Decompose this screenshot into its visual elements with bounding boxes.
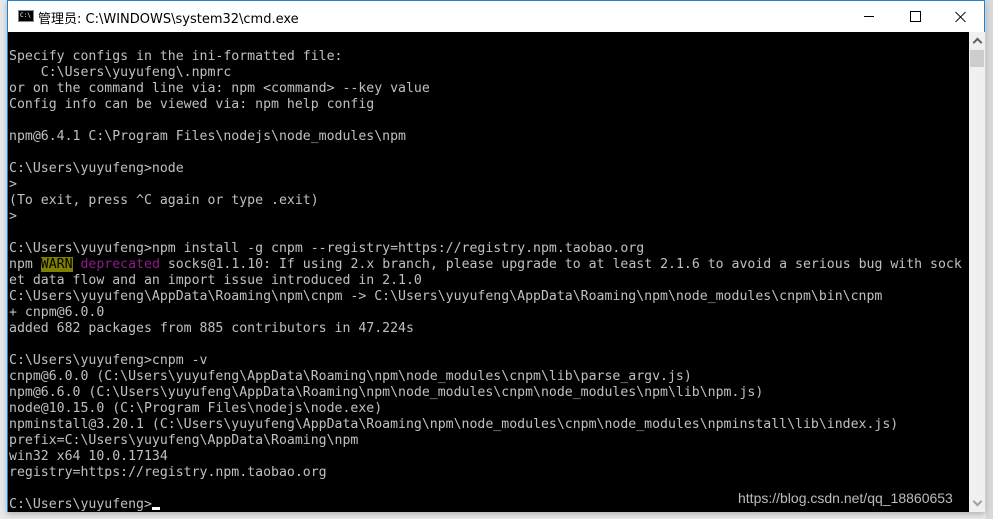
console-lines: Specify configs in the ini-formatted fil… [9, 33, 962, 512]
console-line: npm@6.6.0 (C:\Users\yuyufeng\AppData\Roa… [9, 385, 764, 400]
chevron-down-icon [972, 496, 982, 507]
scroll-up-button[interactable] [969, 32, 985, 49]
console-line: > [9, 177, 17, 192]
console-line: npm@6.4.1 C:\Program Files\nodejs\node_m… [9, 129, 406, 144]
console-line: or on the command line via: npm <command… [9, 81, 430, 96]
console-line: prefix=C:\Users\yuyufeng\AppData\Roaming… [9, 433, 359, 448]
console-line: npminstall@3.20.1 (C:\Users\yuyufeng\App… [9, 417, 899, 432]
scroll-thumb[interactable] [970, 50, 984, 67]
close-button[interactable] [938, 1, 984, 32]
close-icon [955, 11, 967, 23]
console-line: C:\Users\yuyufeng>node [9, 161, 184, 176]
prompt: C:\Users\yuyufeng> [9, 497, 152, 512]
console-output[interactable]: Specify configs in the ini-formatted fil… [8, 32, 969, 512]
console-line: C:\Users\yuyufeng>npm install -g cnpm --… [9, 241, 645, 256]
console-line: + cnpm@6.0.0 [9, 305, 105, 320]
console-line: C:\Users\yuyufeng>cnpm -v [9, 353, 208, 368]
text-cursor [151, 507, 160, 510]
console-line: Config info can be viewed via: npm help … [9, 97, 375, 112]
warn-badge: WARN [40, 257, 73, 272]
chevron-up-icon [972, 37, 982, 48]
console-line: et data flow and an import issue introdu… [9, 273, 422, 288]
console-line: > [9, 209, 17, 224]
maximize-button[interactable] [892, 1, 938, 32]
console-line: (To exit, press ^C again or type .exit) [9, 193, 319, 208]
title-bar[interactable]: C:\ 管理员: C:\WINDOWS\system32\cmd.exe [8, 1, 984, 32]
console-line: C:\Users\yuyufeng\.npmrc [9, 65, 232, 80]
console-line: added 682 packages from 885 contributors… [9, 321, 414, 336]
window-title: 管理员: C:\WINDOWS\system32\cmd.exe [38, 12, 299, 27]
watermark: https://blog.csdn.net/qq_18860653 [738, 490, 953, 506]
console-line: cnpm@6.0.0 (C:\Users\yuyufeng\AppData\Ro… [9, 369, 692, 384]
vertical-scrollbar[interactable] [969, 32, 985, 512]
cmd-icon[interactable]: C:\ [18, 10, 34, 22]
cmd-window: C:\ 管理员: C:\WINDOWS\system32\cmd.exe Spe… [7, 0, 985, 512]
desktop-background [986, 0, 993, 519]
console-line: node@10.15.0 (C:\Program Files\nodejs\no… [9, 401, 383, 416]
deprecated-tag: deprecated [80, 257, 160, 272]
scroll-down-button[interactable] [969, 495, 985, 512]
warn-prefix: npm [9, 257, 41, 272]
maximize-icon [909, 11, 921, 22]
console-line: Specify configs in the ini-formatted fil… [9, 49, 343, 64]
deprecated-tag: deprecated [73, 257, 160, 272]
console-line: C:\Users\yuyufeng\AppData\Roaming\npm\cn… [9, 289, 883, 304]
console-line: npm WARN deprecated socks@1.1.10: If usi… [9, 257, 962, 273]
console-line: registry=https://registry.npm.taobao.org [9, 465, 327, 480]
warn-message: socks@1.1.10: If using 2.x branch, pleas… [159, 257, 962, 272]
minimize-icon [864, 16, 874, 17]
console-line: win32 x64 10.0.17134 [9, 449, 168, 464]
minimize-button[interactable] [846, 1, 892, 32]
